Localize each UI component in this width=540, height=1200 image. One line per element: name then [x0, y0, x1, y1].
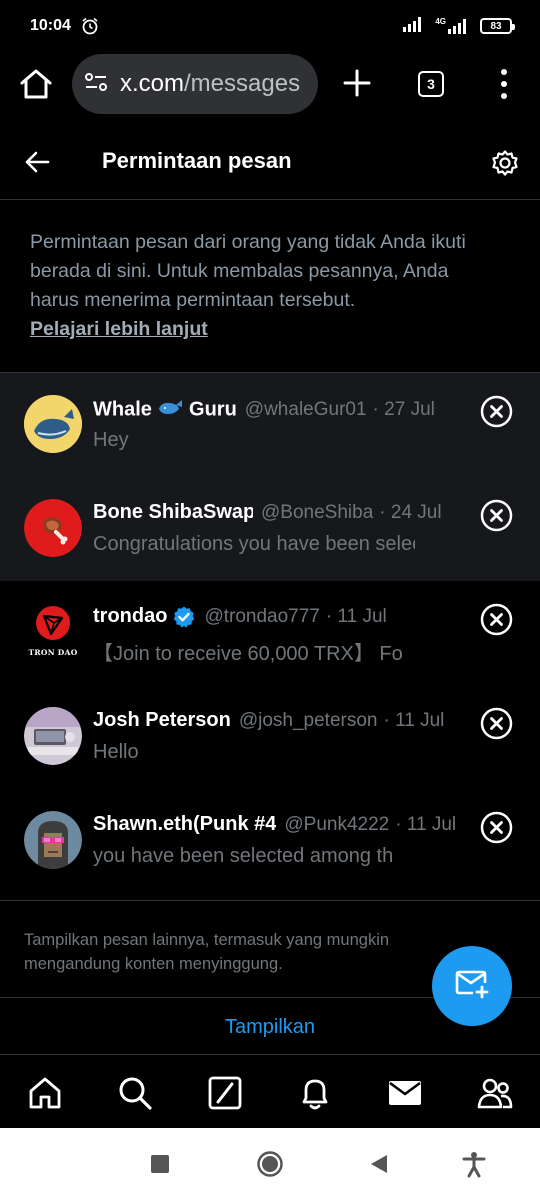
learn-more-link[interactable]: Pelajari lebih lanjut	[30, 315, 500, 344]
url-host: x.com	[120, 70, 185, 97]
message-date: · 11 Jul	[325, 606, 387, 627]
address-bar[interactable]: x.com/messages	[72, 54, 318, 114]
message-date: · 27 Jul	[372, 399, 435, 421]
verified-badge-icon	[172, 605, 196, 633]
gear-icon[interactable]	[491, 149, 519, 177]
message-request-row[interactable]: TRON DAO trondao @trondao777 · 11 Jul 【J…	[0, 581, 540, 685]
browser-home-icon[interactable]	[18, 68, 54, 100]
dismiss-icon[interactable]	[480, 811, 513, 844]
avatar-caption: TRON DAO	[28, 648, 78, 657]
dismiss-icon[interactable]	[480, 707, 513, 740]
url-path: /messages	[184, 70, 301, 97]
tab-switcher-button[interactable]: 3	[418, 71, 444, 97]
sender-name-part: Guru	[183, 398, 237, 421]
message-header: Shawn.eth(Punk #4 @Punk4222 · 11 Jul	[93, 813, 457, 841]
more-vert-icon[interactable]	[498, 68, 510, 100]
sender-handle: @BoneShiba	[261, 502, 374, 523]
bottom-navigation	[0, 1054, 540, 1128]
network-label: 4G	[435, 17, 446, 26]
requests-info: Permintaan pesan dari orang yang tidak A…	[30, 228, 500, 344]
system-navigation	[0, 1128, 540, 1200]
new-message-button[interactable]	[432, 946, 512, 1026]
battery-icon: 83	[480, 18, 515, 34]
back-arrow-icon[interactable]	[24, 150, 50, 174]
whale-emoji-icon	[157, 397, 183, 423]
message-date: · 24 Jul	[379, 502, 442, 523]
sender-handle: @whaleGur01	[244, 399, 367, 421]
message-preview: you have been selected among th	[93, 845, 394, 867]
browser-toolbar: x.com/messages 3	[0, 52, 540, 116]
message-request-row[interactable]: Whale Guru @whaleGur01 · 27 Jul Hey	[0, 373, 540, 477]
message-preview: Congratulations you have been selected	[93, 533, 415, 555]
accessibility-icon[interactable]	[460, 1150, 488, 1178]
dismiss-icon[interactable]	[480, 395, 513, 428]
avatar[interactable]	[24, 811, 82, 869]
dismiss-icon[interactable]	[480, 603, 513, 636]
page-title: Permintaan pesan	[102, 148, 292, 173]
divider	[0, 900, 540, 901]
grok-icon[interactable]	[207, 1075, 243, 1111]
url-text[interactable]: x.com/messages	[120, 70, 300, 98]
network-signal-icon: 4G	[435, 18, 470, 34]
home-icon[interactable]	[27, 1075, 63, 1111]
back-triangle-icon[interactable]	[366, 1150, 394, 1178]
message-request-row[interactable]: Shawn.eth(Punk #4 @Punk4222 · 11 Jul you…	[0, 789, 540, 893]
alarm-icon	[81, 17, 99, 35]
messages-icon[interactable]	[387, 1075, 423, 1111]
sender-name: Shawn.eth(Punk #4	[93, 813, 277, 835]
message-request-row[interactable]: Josh Peterson @josh_peterson · 11 Jul He…	[0, 685, 540, 789]
communities-icon[interactable]	[477, 1075, 513, 1111]
sender-handle: @josh_peterson	[238, 710, 378, 731]
message-header: trondao @trondao777 · 11 Jul	[93, 605, 457, 633]
home-circle-icon[interactable]	[256, 1150, 284, 1178]
sender-name: Josh Peterson	[93, 709, 231, 731]
message-date: · 11 Jul	[383, 710, 445, 731]
avatar[interactable]: TRON DAO	[24, 603, 82, 661]
more-messages-info: Tampilkan pesan lainnya, termasuk yang m…	[24, 931, 390, 973]
message-header: Whale Guru @whaleGur01 · 27 Jul	[93, 397, 457, 425]
battery-level: 83	[490, 20, 502, 32]
sender-name-part: Whale	[93, 398, 158, 421]
message-date: · 11 Jul	[395, 814, 457, 835]
recents-icon[interactable]	[146, 1150, 174, 1178]
status-bar: 10:04 4G 83	[0, 0, 540, 52]
dismiss-icon[interactable]	[480, 499, 513, 532]
message-preview: Hello	[93, 741, 139, 763]
sender-name: trondao	[93, 605, 168, 627]
notifications-icon[interactable]	[297, 1075, 333, 1111]
site-settings-icon[interactable]	[84, 71, 108, 98]
status-time: 10:04	[30, 17, 71, 34]
avatar[interactable]	[24, 395, 82, 453]
sender-handle: @trondao777	[204, 606, 320, 627]
page-header: Permintaan pesan	[0, 124, 540, 200]
signal-icon	[403, 16, 425, 37]
requests-info-text: Permintaan pesan dari orang yang tidak A…	[30, 231, 466, 311]
avatar[interactable]	[24, 499, 82, 557]
sender-name: Whale Guru	[93, 397, 237, 423]
new-message-icon	[455, 969, 489, 1004]
search-icon[interactable]	[117, 1075, 153, 1111]
sender-handle: @Punk4222	[284, 814, 390, 835]
sender-name: Bone ShibaSwap	[93, 501, 253, 523]
message-preview: 【Join to receive 60,000 TRX】 Fo	[93, 643, 403, 665]
new-tab-icon[interactable]	[340, 66, 374, 100]
avatar[interactable]	[24, 707, 82, 765]
message-preview: Hey	[93, 429, 129, 451]
message-header: Josh Peterson @josh_peterson · 11 Jul	[93, 709, 457, 737]
message-header: Bone ShibaSwap @BoneShiba · 24 Jul	[93, 501, 457, 529]
message-request-row[interactable]: Bone ShibaSwap @BoneShiba · 24 Jul Congr…	[0, 477, 540, 581]
